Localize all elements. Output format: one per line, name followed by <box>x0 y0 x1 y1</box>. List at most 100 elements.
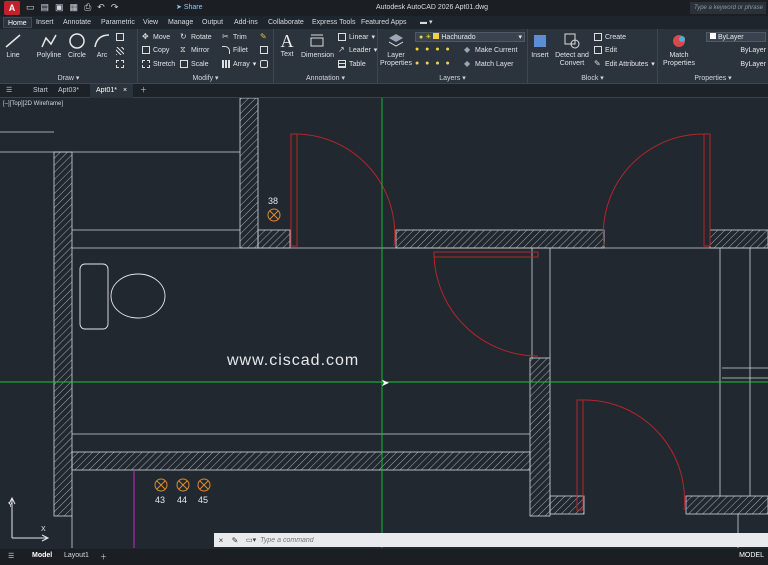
app-menu-icon[interactable]: ☰ <box>6 84 12 98</box>
polyline-label: Polyline <box>36 52 62 59</box>
viewport-controls[interactable]: [–][Top][2D Wireframe] <box>3 101 63 107</box>
tab-express-tools[interactable]: Express Tools <box>312 17 355 28</box>
print-icon[interactable]: ⎙ <box>84 2 91 13</box>
command-history-icon[interactable]: ▭▾ <box>242 536 256 544</box>
array-button[interactable]: Array ▾ <box>222 60 256 68</box>
tab-featured-apps[interactable]: Featured Apps <box>361 17 407 28</box>
dimension-button[interactable]: Dimension <box>301 32 335 60</box>
doc-tab-apt01[interactable]: Apt01* × <box>90 84 134 98</box>
undo-icon[interactable]: ↶ <box>97 2 105 13</box>
mirror-button[interactable]: ⧖ Mirror <box>180 46 209 54</box>
tab-manage[interactable]: Manage <box>168 17 193 28</box>
layer-tool-icons-2[interactable]: ● ● ● ● <box>415 60 452 67</box>
add-layout-button[interactable]: ＋ <box>100 552 107 562</box>
boundary-button[interactable] <box>116 60 124 68</box>
layer-tool-icons-1[interactable]: ● ● ● ● <box>415 46 452 53</box>
arc-button[interactable]: Arc <box>92 32 112 60</box>
fillet-button[interactable]: Fillet <box>222 46 248 54</box>
search-input[interactable]: Type a keyword or phrase <box>690 2 766 14</box>
customize-icon[interactable]: ✎ <box>228 536 242 545</box>
save-icon[interactable]: ▣ <box>55 2 64 13</box>
tab-view[interactable]: View <box>143 17 158 28</box>
block-panel-label[interactable]: Block ▾ <box>528 74 657 82</box>
layers-panel-label[interactable]: Layers ▾ <box>378 74 527 82</box>
linetype-dropdown[interactable]: ByLayer <box>706 46 766 56</box>
offset-button[interactable] <box>260 60 268 68</box>
edit-block-button[interactable]: Edit <box>594 46 617 54</box>
layer-dropdown[interactable]: ● ☀ Hachurado ▾ <box>415 32 525 42</box>
layout-menu-icon[interactable]: ☰ <box>8 552 14 560</box>
trim-button[interactable]: ✂ Trim <box>222 33 247 41</box>
make-current-button[interactable]: ◆ Make Current <box>464 46 517 54</box>
draw-panel-label[interactable]: Draw ▾ <box>0 74 137 82</box>
layer-properties-button[interactable]: Layer Properties <box>380 32 412 68</box>
annotation-panel-label[interactable]: Annotation ▾ <box>274 74 377 82</box>
match-properties-button[interactable]: Match Properties <box>662 32 696 68</box>
edit-block-label: Edit <box>605 46 618 54</box>
properties-panel-label[interactable]: Properties ▾ <box>658 74 768 82</box>
wall-upper-horizontal-3 <box>709 229 768 249</box>
insert-button[interactable]: Insert <box>530 32 550 60</box>
text-label: Text <box>280 51 294 58</box>
polyline-button[interactable]: Polyline <box>36 32 62 60</box>
scale-button[interactable]: Scale <box>180 60 209 68</box>
color-dropdown[interactable]: ByLayer <box>706 32 766 42</box>
command-input[interactable] <box>256 534 768 546</box>
create-block-button[interactable]: Create <box>594 33 626 41</box>
line-label: Line <box>6 52 20 59</box>
saveas-icon[interactable]: ▦ <box>70 2 79 13</box>
rotate-button[interactable]: ↻ Rotate <box>180 33 212 41</box>
tab-addins[interactable]: Add-ins <box>234 17 258 28</box>
array-label: Array <box>233 60 250 68</box>
create-block-icon <box>594 33 602 41</box>
detect-convert-button[interactable]: Detect and Convert <box>554 32 590 68</box>
floor-plan: Y X <box>0 98 768 548</box>
circle-icon <box>69 33 85 49</box>
model-tab[interactable]: Model <box>32 552 52 559</box>
layer-color-swatch <box>433 33 440 39</box>
tab-parametric[interactable]: Parametric <box>101 17 135 28</box>
redo-icon[interactable]: ↷ <box>111 2 119 13</box>
match-layer-button[interactable]: ◆ Match Layer <box>464 60 514 68</box>
autocad-logo[interactable]: A <box>4 1 20 15</box>
linetype-value: ByLayer <box>740 47 766 54</box>
table-button[interactable]: Table <box>338 60 366 68</box>
tab-home[interactable]: Home <box>3 17 32 28</box>
block-panel: Insert Detect and Convert Create Edit ✎ E… <box>528 29 658 84</box>
copy-button[interactable]: Copy <box>142 46 169 54</box>
linear-button[interactable]: Linear ▾ <box>338 33 375 41</box>
erase-button[interactable]: ✎ <box>260 33 268 41</box>
close-tab-icon[interactable]: × <box>123 87 127 94</box>
drawing-canvas[interactable]: Y X 38 43 44 45 www.ciscad.com ➤ <box>0 98 768 548</box>
light-label-43: 43 <box>155 495 166 505</box>
close-icon[interactable]: × <box>214 536 228 545</box>
stretch-button[interactable]: Stretch <box>142 60 175 68</box>
text-button[interactable]: A Text <box>276 31 298 59</box>
doc-tab-start[interactable]: Start <box>33 84 48 98</box>
tab-insert[interactable]: Insert <box>36 17 54 28</box>
doc-tab-apt03[interactable]: Apt03* <box>58 84 79 98</box>
workspace-dropdown[interactable]: ▬ ▾ <box>420 17 432 28</box>
share-button[interactable]: ➤ Share <box>176 3 203 11</box>
model-space-toggle[interactable]: MODEL <box>739 552 764 559</box>
circle-button[interactable]: Circle <box>66 32 88 60</box>
sun-icon: ☀ <box>425 34 432 41</box>
linear-label: Linear <box>349 33 369 41</box>
new-tab-button[interactable]: ＋ <box>140 84 147 98</box>
dimension-label: Dimension <box>301 52 335 59</box>
edit-attributes-button[interactable]: ✎ Edit Attributes ▾ <box>594 60 655 69</box>
tab-annotate[interactable]: Annotate <box>63 17 91 28</box>
tab-output[interactable]: Output <box>202 17 223 28</box>
tab-collaborate[interactable]: Collaborate <box>268 17 304 28</box>
new-icon[interactable]: ▭ <box>26 2 35 13</box>
open-icon[interactable]: ▤ <box>41 2 50 13</box>
explode-button[interactable] <box>260 46 268 54</box>
line-button[interactable]: Line <box>3 32 23 60</box>
leader-button[interactable]: ↗ Leader ▾ <box>338 46 377 55</box>
modify-panel-label[interactable]: Modify ▾ <box>138 74 273 82</box>
lineweight-dropdown[interactable]: ByLayer <box>706 60 766 70</box>
rectangle-button[interactable] <box>116 33 124 41</box>
layout1-tab[interactable]: Layout1 <box>64 552 89 559</box>
hatch-button[interactable] <box>116 47 124 55</box>
move-button[interactable]: ✥ Move <box>142 33 170 41</box>
